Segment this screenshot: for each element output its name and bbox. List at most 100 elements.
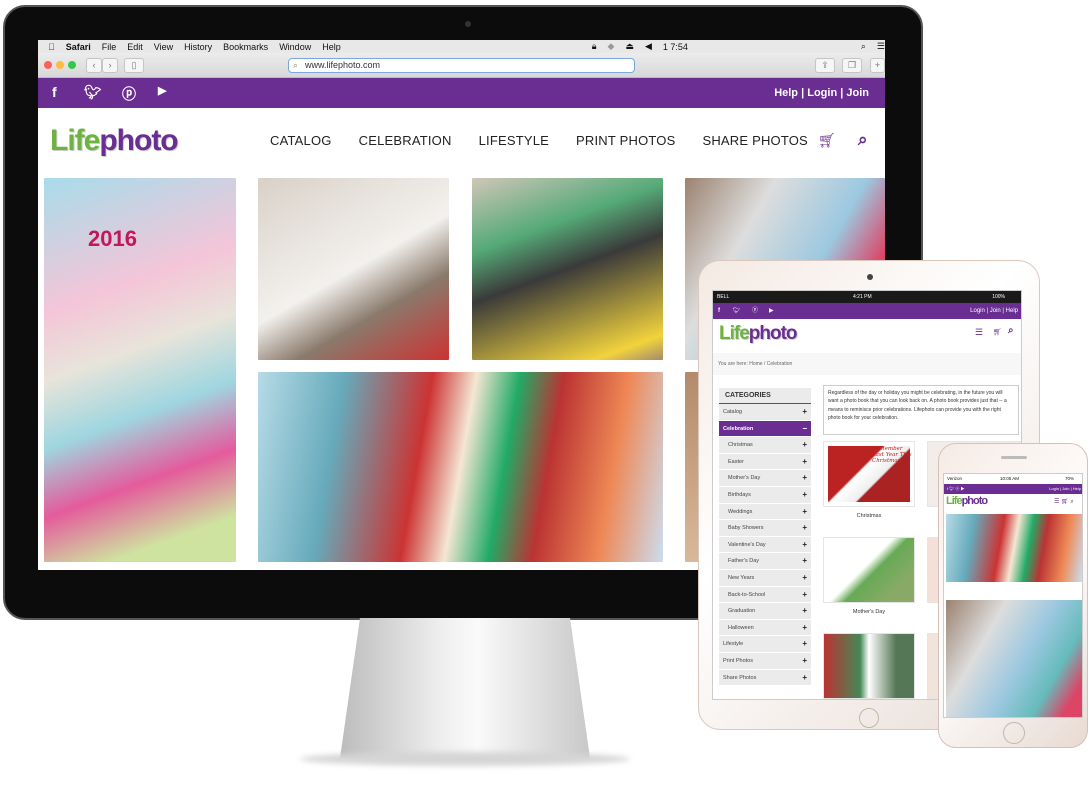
cart-icon[interactable]: 🛒︎ [993, 328, 1002, 336]
expand-icon[interactable]: + [802, 570, 807, 586]
pinterest-icon[interactable]: ⓟ [752, 303, 758, 319]
nav-celebration[interactable]: CELEBRATION [359, 133, 452, 148]
category-item[interactable]: Halloween + [719, 619, 811, 637]
category-item[interactable]: Baby Showers + [719, 520, 811, 537]
nav-share-photos[interactable]: SHARE PHOTOS [702, 133, 807, 148]
expand-icon[interactable]: + [802, 603, 807, 619]
nav-lifestyle[interactable]: LIFESTYLE [479, 133, 549, 148]
menu-app[interactable]: Safari [66, 42, 91, 52]
share-icon[interactable]: ⇪ [815, 58, 835, 73]
collapse-icon[interactable]: − [802, 421, 807, 437]
expand-icon[interactable]: + [802, 620, 807, 636]
category-item[interactable]: Graduation + [719, 603, 811, 620]
expand-icon[interactable]: + [802, 553, 807, 569]
category-item[interactable]: Print Photos + [719, 653, 811, 670]
facebook-icon[interactable]: f [52, 84, 57, 100]
youtube-icon[interactable]: ▶ [769, 303, 774, 319]
category-item[interactable]: Christmas + [719, 437, 811, 454]
new-tab-icon[interactable]: + [870, 58, 885, 73]
zoom-button[interactable] [68, 61, 76, 69]
expand-icon[interactable]: + [802, 470, 807, 486]
category-item[interactable]: Father's Day + [719, 553, 811, 570]
category-item[interactable]: Birthdays + [719, 487, 811, 504]
expand-icon[interactable]: + [802, 404, 807, 420]
photo-book-photo[interactable] [258, 178, 449, 360]
product-photo-book[interactable] [823, 633, 915, 699]
menu-bookmarks[interactable]: Bookmarks [223, 42, 268, 52]
tabs-icon[interactable]: ❐ [842, 58, 862, 73]
category-item[interactable]: Back-to-School + [719, 586, 811, 604]
menu-help[interactable]: Help [322, 42, 341, 52]
category-item[interactable]: Mother's Day + [719, 470, 811, 487]
pinterest-icon[interactable]: ⓟ [122, 84, 136, 104]
product-label[interactable]: Mother's Day [823, 609, 915, 615]
holiday-cards-photo[interactable] [258, 372, 663, 562]
social-icons[interactable]: f 🐦︎ ⓟ ▶ [947, 484, 965, 494]
menu-edit[interactable]: Edit [127, 42, 143, 52]
join-link[interactable]: Join [846, 87, 869, 99]
category-item[interactable]: New Years + [719, 570, 811, 587]
nav-print-photos[interactable]: PRINT PHOTOS [576, 133, 675, 148]
category-item[interactable]: Easter + [719, 453, 811, 471]
help-link[interactable]: Help [1006, 308, 1018, 314]
menu-file[interactable]: File [102, 42, 117, 52]
expand-icon[interactable]: + [802, 437, 807, 453]
login-link[interactable]: Login [970, 308, 985, 314]
menu-icon[interactable]: ☰ 🛒︎ ⌕ [1054, 498, 1074, 506]
login-link[interactable]: Login [807, 87, 837, 99]
wifi-icon[interactable]: ◆ [608, 41, 615, 52]
cart-icon[interactable]: 🛒︎ [818, 132, 836, 149]
desk-calendar-photo[interactable] [472, 178, 663, 360]
expand-icon[interactable]: + [802, 537, 807, 553]
account-links[interactable]: Login | Join | Help [1049, 484, 1081, 494]
spotlight-icon[interactable]: ⌕ [861, 41, 866, 52]
category-item[interactable]: Lifestyle + [719, 636, 811, 653]
product-label[interactable]: Christmas [823, 513, 915, 519]
expand-icon[interactable]: + [802, 454, 807, 470]
lifephoto-logo[interactable]: Lifephoto [946, 495, 988, 507]
expand-icon[interactable]: + [802, 520, 807, 536]
apple-icon[interactable]:  [48, 42, 55, 52]
youtube-icon[interactable]: ▶ [158, 84, 166, 97]
category-item[interactable]: Share Photos + [719, 669, 811, 687]
category-item[interactable]: Celebration − [719, 420, 811, 438]
menu-icon[interactable]: ☰ [975, 327, 983, 338]
prints-photo[interactable] [946, 600, 1082, 717]
home-button[interactable] [859, 708, 879, 728]
category-item[interactable]: Valentine's Day + [719, 536, 811, 554]
back-button[interactable]: ‹ [86, 58, 102, 73]
lock-icon[interactable]: 🔒︎ [592, 41, 597, 52]
facebook-icon[interactable]: f [718, 303, 720, 319]
menu-view[interactable]: View [154, 42, 173, 52]
minimize-button[interactable] [56, 61, 64, 69]
lifephoto-logo[interactable]: Lifephoto [50, 124, 179, 158]
product-mothers-day[interactable] [823, 537, 915, 603]
breadcrumb-home[interactable]: Home [749, 361, 762, 367]
expand-icon[interactable]: + [802, 504, 807, 520]
menu-history[interactable]: History [184, 42, 212, 52]
notification-icon[interactable]: ☰ [877, 41, 885, 52]
holiday-cards-photo[interactable] [946, 514, 1082, 582]
expand-icon[interactable]: + [802, 636, 807, 652]
address-bar[interactable]: ⌕ www.lifephoto.com [288, 58, 635, 73]
calendar-planner-photo[interactable]: 2016 [44, 178, 236, 562]
search-icon[interactable]: ⌕ [1008, 325, 1014, 336]
help-link[interactable]: Help [774, 87, 798, 99]
menu-window[interactable]: Window [279, 42, 311, 52]
lifephoto-logo[interactable]: Lifephoto [719, 323, 798, 345]
forward-button[interactable]: › [102, 58, 118, 73]
category-item[interactable]: Catalog + [719, 404, 811, 421]
eject-icon[interactable]: ⏏ [625, 41, 634, 52]
join-link[interactable]: Join [990, 308, 1001, 314]
sidebar-icon[interactable]: ▯ [124, 58, 144, 73]
twitter-icon[interactable]: 🐦︎ [84, 84, 102, 101]
close-button[interactable] [44, 61, 52, 69]
category-item[interactable]: Weddings + [719, 503, 811, 521]
expand-icon[interactable]: + [802, 487, 807, 503]
nav-catalog[interactable]: CATALOG [270, 133, 332, 148]
product-christmas[interactable]: Remember Last Year This Christmas [823, 441, 915, 507]
search-icon[interactable]: ⌕ [858, 130, 868, 150]
home-button[interactable] [1003, 722, 1025, 744]
expand-icon[interactable]: + [802, 653, 807, 669]
expand-icon[interactable]: + [802, 587, 807, 603]
